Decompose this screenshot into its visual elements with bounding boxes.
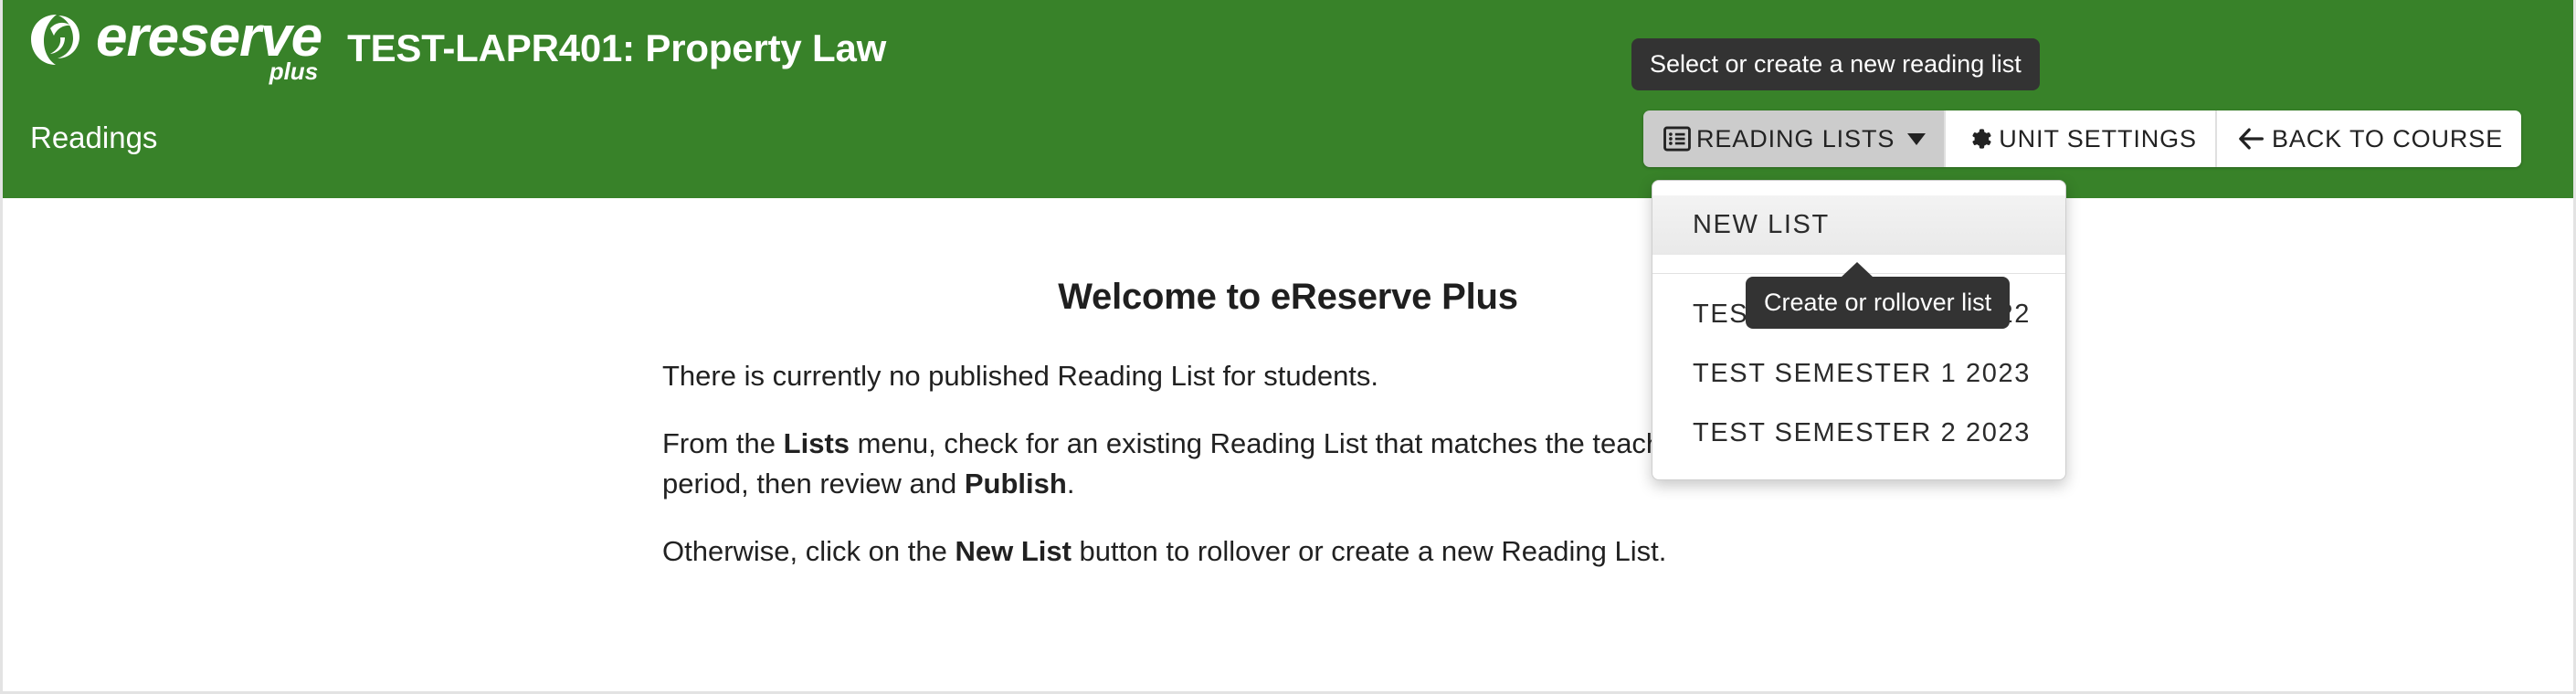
app-header: ereserve plus TEST-LAPR401: Property Law… (3, 0, 2573, 198)
intro-paragraph-1: There is currently no published Reading … (662, 360, 1379, 392)
back-to-course-label: BACK TO COURSE (2271, 124, 2504, 152)
ereserve-swirl-icon (28, 10, 83, 70)
brand-suffix: plus (269, 57, 319, 85)
dropdown-item-semester-2-2023[interactable]: TEST SEMESTER 2 2023 (1652, 404, 2065, 463)
paragraph-2-text-3: . (1066, 468, 1075, 500)
unit-settings-label: UNIT SETTINGS (1999, 124, 2197, 152)
reading-lists-tooltip: Select or create a new reading list (1631, 38, 2040, 90)
page-title: TEST-LAPR401: Property Law (347, 26, 887, 69)
paragraph-3-bold-new-list: New List (955, 535, 1072, 568)
header-button-group: READING LISTS UNIT SETTINGS BACK TO COUR… (1643, 110, 2522, 167)
intro-paragraph-3: Otherwise, click on the New List button … (662, 531, 1758, 572)
welcome-heading: Welcome to eReserve Plus (1058, 277, 1518, 317)
gear-icon (1964, 123, 1995, 154)
reading-lists-button[interactable]: READING LISTS (1643, 110, 1945, 167)
list-icon (1662, 123, 1693, 154)
brand-wordmark: ereserve plus (96, 5, 322, 85)
breadcrumb: Readings (30, 121, 158, 154)
dropdown-item-new-list[interactable]: NEW LIST (1652, 195, 2065, 255)
brand-name: ereserve (96, 5, 322, 69)
paragraph-2-bold-lists: Lists (783, 427, 850, 460)
paragraph-2-bold-publish: Publish (964, 468, 1067, 500)
dropdown-item-semester-1-2023[interactable]: TEST SEMESTER 1 2023 (1652, 344, 2065, 404)
paragraph-2-text-1: From the (662, 427, 784, 460)
paragraph-3-text-1: Otherwise, click on the (662, 535, 955, 568)
reading-lists-label: READING LISTS (1696, 124, 1895, 152)
header-top-row: ereserve plus TEST-LAPR401: Property Law (3, 0, 2573, 100)
main-content: Welcome to eReserve Plus There is curren… (3, 198, 2573, 599)
intro-text-block: There is currently no published Reading … (662, 356, 1758, 572)
app-page: ereserve plus TEST-LAPR401: Property Law… (0, 0, 2576, 694)
intro-paragraph-2: From the Lists menu, check for an existi… (662, 424, 1758, 504)
caret-down-icon (1907, 132, 1927, 145)
paragraph-3-text-2: button to rollover or create a new Readi… (1071, 535, 1667, 568)
unit-settings-button[interactable]: UNIT SETTINGS (1944, 110, 2215, 167)
arrow-left-icon (2235, 123, 2268, 154)
back-to-course-button[interactable]: BACK TO COURSE (2214, 110, 2522, 167)
reading-lists-dropdown: NEW LIST TEST SEMESTER 1 2022 TEST SEMES… (1652, 180, 2066, 480)
brand-logo[interactable]: ereserve plus (28, 5, 322, 85)
new-list-tooltip: Create or rollover list (1746, 262, 2011, 329)
